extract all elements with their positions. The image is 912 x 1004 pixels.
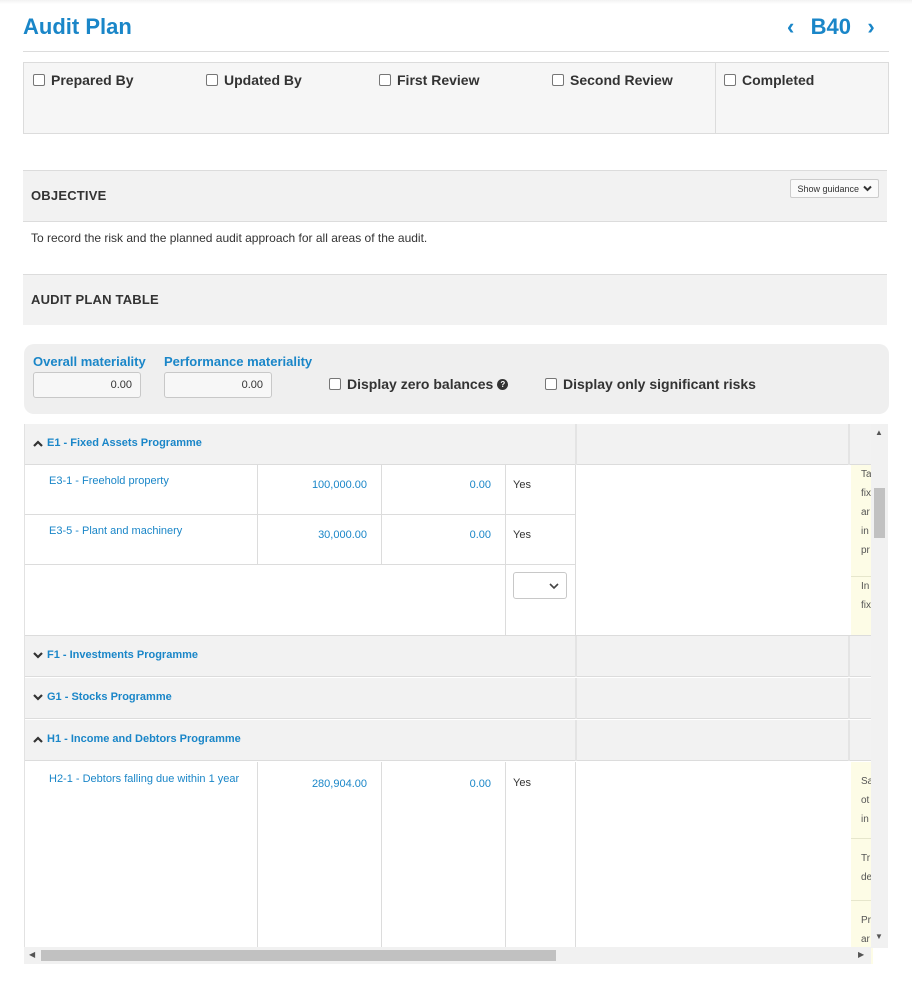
vertical-scroll-thumb[interactable] <box>874 488 885 538</box>
group-row-e1[interactable]: E1 - Fixed Assets Programme <box>25 424 873 465</box>
guidance-note-e1-b: In fix <box>851 576 873 636</box>
chevron-up-icon[interactable] <box>33 735 43 743</box>
first-review-checkbox[interactable]: First Review <box>379 72 479 88</box>
row-e3-5-value: 30,000.00 <box>318 529 367 541</box>
chevron-up-icon[interactable] <box>33 439 43 447</box>
show-guidance-button[interactable]: Show guidance <box>790 179 879 198</box>
performance-materiality-label: Performance materiality <box>164 354 313 369</box>
checkbox-icon[interactable] <box>33 74 45 86</box>
audit-plan-grid: E1 - Fixed Assets Programme E3-1 - Freeh… <box>24 424 888 964</box>
row-h2-1-value: 280,904.00 <box>311 778 367 790</box>
guidance-note-h1-b: Tr de <box>851 838 873 900</box>
scroll-left-icon[interactable]: ◀ <box>29 950 35 959</box>
row-e3-5-label[interactable]: E3-5 - Plant and machinery <box>49 525 182 537</box>
second-review-checkbox[interactable]: Second Review <box>552 72 673 88</box>
checkbox-icon[interactable] <box>545 378 557 390</box>
guidance-note-e1-a: Ta fix ar in pr <box>851 465 873 576</box>
row-e3-5-significant: Yes <box>513 529 531 541</box>
group-label[interactable]: H1 - Income and Debtors Programme <box>47 733 241 745</box>
horizontal-scrollbar[interactable]: ◀ ▶ <box>24 947 871 964</box>
help-icon[interactable]: ? <box>497 378 509 390</box>
row-h2-1-materiality: 0.00 <box>469 778 491 790</box>
row-e3-1-value: 100,000.00 <box>311 479 367 491</box>
significance-select[interactable] <box>513 572 567 599</box>
row-h2-1-label[interactable]: H2-1 - Debtors falling due within 1 year <box>49 773 239 785</box>
top-shadow <box>0 0 912 4</box>
audit-plan-title: AUDIT PLAN TABLE <box>31 292 159 307</box>
overall-materiality-input[interactable]: 0.00 <box>33 372 141 398</box>
chevron-down-icon <box>549 583 559 590</box>
next-page-icon[interactable]: › <box>863 14 879 40</box>
scroll-up-icon[interactable]: ▲ <box>875 428 883 437</box>
audit-plan-page: Audit Plan ‹ B40 › Prepared By Updated B… <box>0 0 912 1004</box>
updated-by-checkbox[interactable]: Updated By <box>206 72 302 88</box>
previous-page-icon[interactable]: ‹ <box>783 14 799 40</box>
guidance-note-h1-a: Sa ot in <box>851 762 873 838</box>
materiality-panel: Overall materiality 0.00 Performance mat… <box>24 344 889 414</box>
display-zero-balances-checkbox[interactable]: Display zero balances ? <box>329 376 509 392</box>
overall-materiality-label: Overall materiality <box>33 354 146 369</box>
checkbox-icon[interactable] <box>206 74 218 86</box>
checkbox-icon[interactable] <box>329 378 341 390</box>
chevron-down-icon <box>863 185 872 192</box>
prepared-by-checkbox[interactable]: Prepared By <box>33 72 133 88</box>
objective-title: OBJECTIVE <box>31 188 107 203</box>
performance-materiality-input[interactable]: 0.00 <box>164 372 272 398</box>
objective-text: To record the risk and the planned audit… <box>31 231 428 245</box>
signoff-panel: Prepared By Updated By First Review Seco… <box>23 62 889 134</box>
page-header: Audit Plan ‹ B40 › <box>23 12 889 52</box>
group-label[interactable]: F1 - Investments Programme <box>47 649 198 661</box>
row-h2-1-significant: Yes <box>513 777 531 789</box>
vertical-scrollbar[interactable]: ▲ ▼ <box>871 424 888 948</box>
display-significant-risks-checkbox[interactable]: Display only significant risks <box>545 376 756 392</box>
horizontal-scroll-thumb[interactable] <box>41 950 556 961</box>
checkbox-icon[interactable] <box>724 74 736 86</box>
scroll-down-icon[interactable]: ▼ <box>875 932 883 941</box>
page-code: B40 <box>810 14 851 39</box>
chevron-down-icon[interactable] <box>33 693 43 701</box>
scroll-right-icon[interactable]: ▶ <box>858 950 864 959</box>
group-row-g1[interactable]: G1 - Stocks Programme <box>25 678 873 719</box>
objective-section-header: OBJECTIVE Show guidance <box>23 171 887 221</box>
group-row-f1[interactable]: F1 - Investments Programme <box>25 636 873 677</box>
row-e3-1-materiality: 0.00 <box>469 479 491 491</box>
audit-plan-section-header: AUDIT PLAN TABLE <box>23 275 887 325</box>
signoff-divider <box>715 63 716 133</box>
checkbox-icon[interactable] <box>552 74 564 86</box>
checkbox-icon[interactable] <box>379 74 391 86</box>
chevron-down-icon[interactable] <box>33 651 43 659</box>
page-title: Audit Plan <box>23 14 132 39</box>
objective-bottom-border <box>23 221 887 222</box>
row-e3-1-label[interactable]: E3-1 - Freehold property <box>49 475 169 487</box>
completed-checkbox[interactable]: Completed <box>724 72 814 88</box>
page-navigation: ‹ B40 › <box>783 14 879 40</box>
group-label[interactable]: E1 - Fixed Assets Programme <box>47 437 202 449</box>
group-row-h1[interactable]: H1 - Income and Debtors Programme <box>25 720 873 761</box>
row-e3-5-materiality: 0.00 <box>469 529 491 541</box>
row-e3-1-significant: Yes <box>513 479 531 491</box>
group-label[interactable]: G1 - Stocks Programme <box>47 691 172 703</box>
